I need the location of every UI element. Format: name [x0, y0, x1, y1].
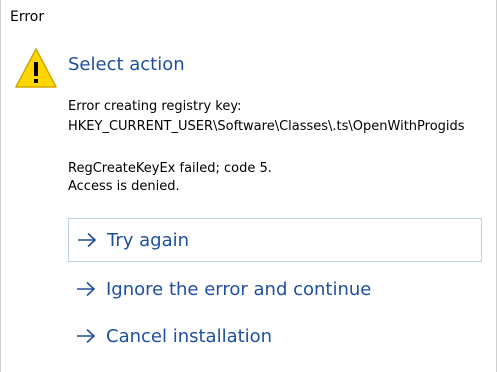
cancel-installation-button[interactable]: Cancel installation	[68, 314, 482, 358]
dialog-heading: Select action	[68, 54, 185, 75]
ignore-error-button[interactable]: Ignore the error and continue	[68, 267, 482, 311]
title-bar[interactable]: Error	[1, 0, 496, 36]
arrow-right-icon	[77, 230, 101, 250]
try-again-label: Try again	[107, 229, 190, 251]
ignore-error-label: Ignore the error and continue	[106, 278, 372, 300]
window-title: Error	[10, 9, 45, 25]
arrow-right-icon	[76, 279, 100, 299]
warning-icon	[15, 48, 57, 88]
error-dialog-window: Error Select action Error creating regis…	[0, 0, 497, 372]
try-again-button[interactable]: Try again	[68, 218, 482, 262]
cancel-installation-label: Cancel installation	[106, 325, 273, 347]
message-line-3: RegCreateKeyEx failed; code 5.	[68, 161, 272, 176]
message-line-1: Error creating registry key:	[68, 99, 242, 114]
message-line-2: HKEY_CURRENT_USER\Software\Classes\.ts\O…	[68, 119, 465, 134]
arrow-right-icon	[76, 326, 100, 346]
message-line-4: Access is denied.	[68, 179, 180, 194]
